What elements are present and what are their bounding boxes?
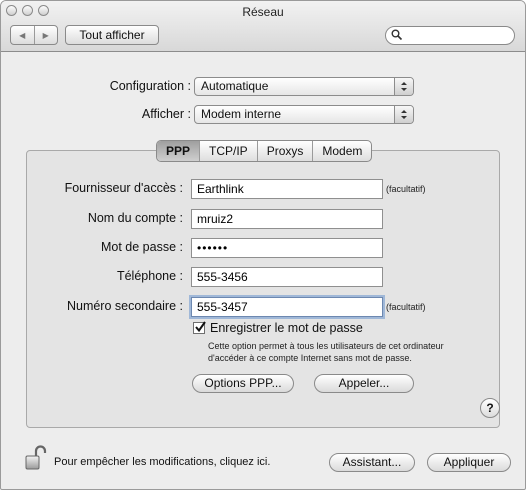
account-label: Nom du compte : — [87, 211, 183, 225]
tab-modem[interactable]: Modem — [313, 141, 371, 161]
tab-proxys[interactable]: Proxys — [258, 141, 314, 161]
ppp-options-button[interactable]: Options PPP... — [192, 374, 294, 393]
window-title: Réseau — [242, 5, 284, 19]
assistant-button[interactable]: Assistant... — [329, 453, 415, 472]
show-popup[interactable]: Modem interne — [194, 105, 414, 124]
help-button[interactable]: ? — [480, 398, 500, 418]
phone-input[interactable] — [191, 267, 383, 287]
phone-label: Téléphone : — [116, 269, 183, 283]
provider-optional-hint: (facultatif) — [386, 184, 426, 194]
alt-number-input[interactable] — [191, 297, 383, 317]
password-label: Mot de passe : — [101, 240, 183, 254]
tab-ppp[interactable]: PPP — [157, 141, 201, 161]
unlocked-padlock-icon[interactable] — [25, 445, 47, 471]
toolbar: Réseau ◀ ▶ Tout afficher — [1, 1, 525, 52]
account-input[interactable] — [191, 209, 383, 229]
save-password-desc-line1: Cette option permet à tous les utilisate… — [208, 341, 444, 351]
lock-message: Pour empêcher les modifications, cliquez… — [54, 456, 271, 468]
forward-arrow-icon[interactable]: ▶ — [35, 26, 58, 44]
provider-label: Fournisseur d'accès : — [64, 181, 183, 195]
checkmark-icon — [195, 321, 206, 333]
back-arrow-icon[interactable]: ◀ — [11, 26, 35, 44]
show-label: Afficher : — [141, 107, 191, 121]
search-icon — [391, 29, 403, 41]
popup-arrows-icon — [394, 78, 413, 95]
configuration-value: Automatique — [201, 79, 269, 93]
configuration-label: Configuration : — [109, 79, 191, 93]
network-preferences-window: Réseau ◀ ▶ Tout afficher Configuration :… — [0, 0, 526, 490]
search-field[interactable] — [385, 26, 515, 45]
provider-input[interactable] — [191, 179, 383, 199]
apply-button[interactable]: Appliquer — [427, 453, 511, 472]
popup-arrows-icon — [394, 106, 413, 123]
alt-number-label: Numéro secondaire : — [66, 299, 183, 313]
search-input[interactable] — [406, 28, 510, 44]
save-password-description: Cette option permet à tous les utilisate… — [208, 340, 508, 364]
save-password-desc-line2: d'accéder à ce compte Internet sans mot … — [208, 353, 412, 363]
show-value: Modem interne — [201, 107, 282, 121]
tab-bar: PPP TCP/IP Proxys Modem — [156, 140, 373, 162]
password-input[interactable] — [191, 238, 383, 258]
show-all-button[interactable]: Tout afficher — [65, 25, 159, 45]
back-forward-control: ◀ ▶ — [10, 25, 58, 45]
configuration-popup[interactable]: Automatique — [194, 77, 414, 96]
save-password-label: Enregistrer le mot de passe — [210, 321, 363, 335]
save-password-checkbox[interactable] — [193, 321, 206, 334]
dial-button[interactable]: Appeler... — [314, 374, 414, 393]
tab-tcpip[interactable]: TCP/IP — [200, 141, 258, 161]
alt-number-optional-hint: (facultatif) — [386, 302, 426, 312]
